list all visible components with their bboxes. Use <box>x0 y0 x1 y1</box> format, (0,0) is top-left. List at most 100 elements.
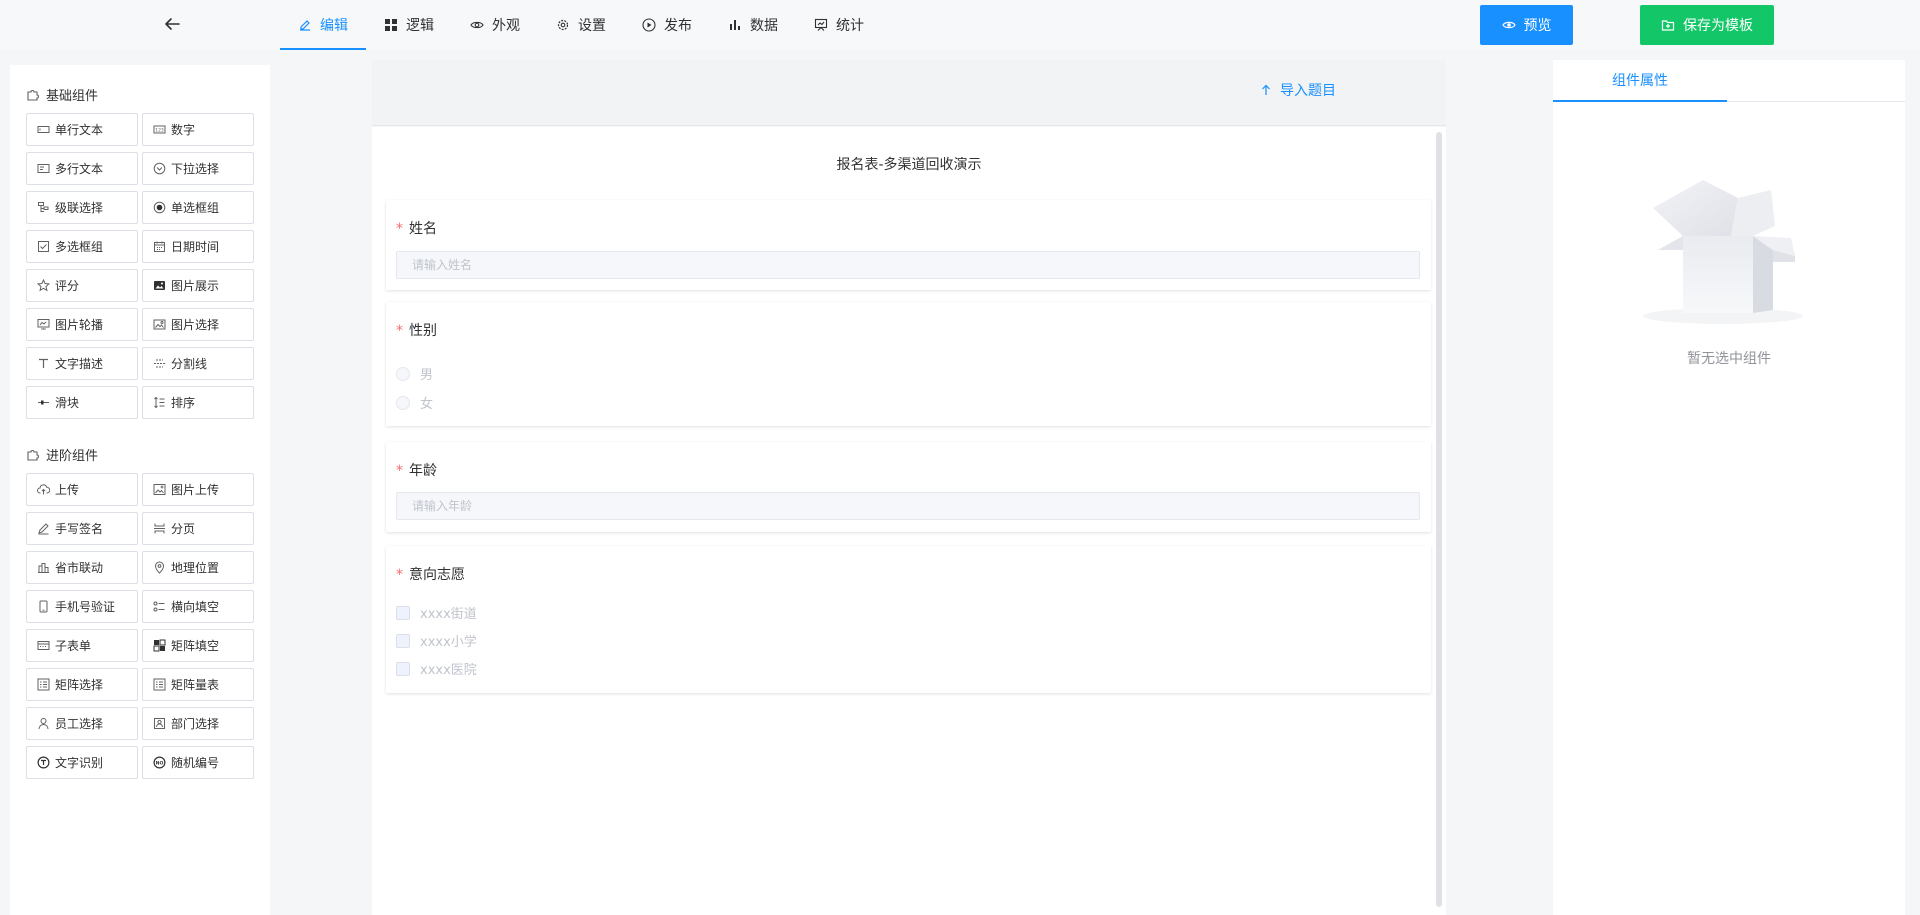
question-card-age[interactable]: * 年龄 <box>386 442 1431 532</box>
preview-button[interactable]: 预览 <box>1480 5 1573 45</box>
component-random-number[interactable]: NO 随机编号 <box>142 746 254 779</box>
location-icon <box>154 561 165 574</box>
eye-icon <box>1501 21 1516 29</box>
number-icon: 123 <box>153 125 166 134</box>
tab-publish[interactable]: 发布 <box>624 0 710 50</box>
checkbox-option[interactable]: xxxx街道 <box>396 603 477 622</box>
component-province-city[interactable]: 省市联动 <box>26 551 138 584</box>
save-template-button[interactable]: 保存为模板 <box>1640 5 1774 45</box>
question-label: * 姓名 <box>396 221 437 237</box>
checkbox[interactable] <box>396 633 410 648</box>
random-number-icon: NO <box>153 756 166 769</box>
component-matrix-select[interactable]: 矩阵选择 <box>26 668 138 701</box>
name-input[interactable] <box>396 251 1420 279</box>
question-card-name[interactable]: * 姓名 <box>386 200 1431 290</box>
phone-icon <box>39 600 48 613</box>
component-subform[interactable]: 子表单 <box>26 629 138 662</box>
tab-label: 数据 <box>750 18 778 34</box>
arrow-up-icon <box>1262 84 1270 95</box>
age-input[interactable] <box>396 492 1420 520</box>
basic-components-grid: 单行文本 123 数字 多行文本 下拉选择 级联选择 单选框组 多选框组 日期时间… <box>26 113 254 419</box>
gear-icon <box>557 19 569 31</box>
back-button[interactable] <box>160 12 184 36</box>
matrix-scale-icon <box>153 678 166 691</box>
component-image-select[interactable]: 图片选择 <box>142 308 254 341</box>
component-number[interactable]: 123 数字 <box>142 113 254 146</box>
required-mark: * <box>396 323 403 339</box>
carousel-icon <box>37 319 50 330</box>
tab-label: 发布 <box>664 18 692 34</box>
tab-appearance[interactable]: 外观 <box>452 0 538 50</box>
component-department-select[interactable]: 部门选择 <box>142 707 254 740</box>
tab-logic[interactable]: 逻辑 <box>366 0 452 50</box>
component-image-display[interactable]: 图片展示 <box>142 269 254 302</box>
tab-edit[interactable]: 编辑 <box>280 0 366 50</box>
radio-button[interactable] <box>396 366 410 381</box>
main-nav: 编辑 逻辑 外观 设置 发布 数据 统计 <box>280 0 882 50</box>
radio-button[interactable] <box>396 395 410 410</box>
component-ocr[interactable]: 文字识别 <box>26 746 138 779</box>
component-upload[interactable]: 上传 <box>26 473 138 506</box>
fill-blank-icon <box>153 601 165 612</box>
component-image-upload[interactable]: 图片上传 <box>142 473 254 506</box>
radio-icon <box>153 201 166 214</box>
form-title[interactable]: 报名表-多渠道回收演示 <box>372 154 1446 174</box>
component-text-description[interactable]: 文字描述 <box>26 347 138 380</box>
component-single-line-text[interactable]: 单行文本 <box>26 113 138 146</box>
question-card-intention[interactable]: * 意向志愿 xxxx街道 xxxx小学 xxxx医院 <box>386 546 1431 693</box>
sort-icon <box>154 396 165 409</box>
checkbox[interactable] <box>396 605 410 620</box>
component-signature[interactable]: 手写签名 <box>26 512 138 545</box>
component-employee-select[interactable]: 员工选择 <box>26 707 138 740</box>
tab-settings[interactable]: 设置 <box>538 0 624 50</box>
checkbox-option[interactable]: xxxx医院 <box>396 659 477 678</box>
component-horizontal-fill[interactable]: 横向填空 <box>142 590 254 623</box>
tab-data[interactable]: 数据 <box>710 0 796 50</box>
component-datetime[interactable]: 日期时间 <box>142 230 254 263</box>
checkbox-option[interactable]: xxxx小学 <box>396 631 477 650</box>
component-image-carousel[interactable]: 图片轮播 <box>26 308 138 341</box>
puzzle-icon <box>27 89 39 101</box>
empty-state-text: 暂无选中组件 <box>1687 351 1771 367</box>
tab-component-properties[interactable]: 组件属性 <box>1553 60 1727 102</box>
city-icon <box>38 563 49 573</box>
component-pagination[interactable]: 分页 <box>142 512 254 545</box>
empty-box-illustration <box>1643 180 1803 324</box>
question-label: * 性别 <box>396 323 437 339</box>
ocr-icon <box>37 756 50 769</box>
question-label: * 意向志愿 <box>396 567 465 583</box>
import-questions-link[interactable]: 导入题目 <box>1260 80 1336 100</box>
basic-components-title: 基础组件 <box>26 85 98 104</box>
component-rating[interactable]: 评分 <box>26 269 138 302</box>
component-cascader[interactable]: 级联选择 <box>26 191 138 224</box>
component-phone-verify[interactable]: 手机号验证 <box>26 590 138 623</box>
component-multi-line-text[interactable]: 多行文本 <box>26 152 138 185</box>
radio-option[interactable]: 男 <box>396 364 433 383</box>
component-location[interactable]: 地理位置 <box>142 551 254 584</box>
component-sort[interactable]: 排序 <box>142 386 254 419</box>
component-checkbox-group[interactable]: 多选框组 <box>26 230 138 263</box>
text-icon <box>39 358 48 368</box>
star-icon <box>37 279 50 292</box>
required-mark: * <box>396 221 403 237</box>
properties-panel: 组件属性 暂无选中组件 <box>1553 60 1905 915</box>
radio-option[interactable]: 女 <box>396 393 433 412</box>
component-radio-group[interactable]: 单选框组 <box>142 191 254 224</box>
upload-icon <box>37 484 50 495</box>
svg-text:NO: NO <box>156 760 164 766</box>
component-slider[interactable]: 滑块 <box>26 386 138 419</box>
logic-icon <box>385 19 397 31</box>
question-card-gender[interactable]: * 性别 男 女 <box>386 302 1431 426</box>
advanced-components-grid: 上传 图片上传 手写签名 分页 省市联动 地理位置 手机号验证 横向填空 子表单… <box>26 473 254 779</box>
tab-statistics[interactable]: 统计 <box>796 0 882 50</box>
preview-label: 预览 <box>1523 17 1552 33</box>
component-matrix-fill[interactable]: 矩阵填空 <box>142 629 254 662</box>
component-matrix-scale[interactable]: 矩阵量表 <box>142 668 254 701</box>
edit-icon <box>300 20 310 31</box>
dropdown-icon <box>153 162 166 175</box>
canvas-scrollbar[interactable] <box>1436 132 1442 907</box>
component-divider[interactable]: 分割线 <box>142 347 254 380</box>
statistics-icon <box>814 18 828 31</box>
component-dropdown[interactable]: 下拉选择 <box>142 152 254 185</box>
checkbox[interactable] <box>396 661 410 676</box>
